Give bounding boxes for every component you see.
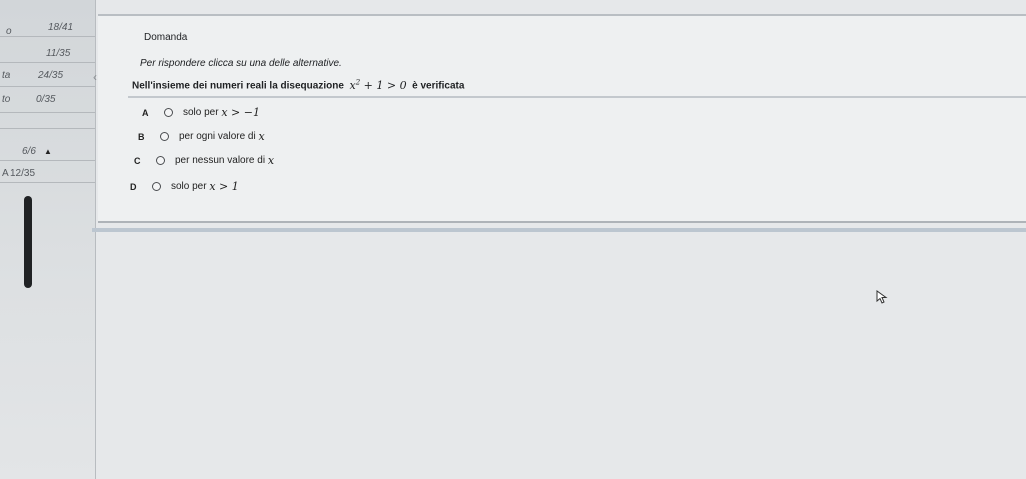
question-panel: Domanda Per rispondere clicca su una del… [92, 14, 1026, 232]
sidebar-item-count: 0/35 [36, 94, 56, 105]
option-letter: A [142, 107, 149, 118]
option-math: x [267, 154, 275, 167]
divider [0, 182, 95, 183]
option-a[interactable]: A solo per x > −1 [142, 106, 260, 119]
sidebar-item-count: 24/35 [38, 70, 64, 81]
question-text-suffix: è verificata [412, 80, 465, 92]
sidebar-item-label: ta [2, 70, 11, 81]
math-rest: + 1 > 0 [363, 78, 407, 92]
option-math: x > −1 [221, 106, 260, 119]
math-exponent: 2 [355, 78, 361, 86]
question-text-prefix: Nell'insieme dei numeri reali la disequa… [132, 80, 344, 92]
option-text: solo per [183, 107, 219, 118]
option-c[interactable]: C per nessun valore di x [134, 154, 274, 167]
option-text: per nessun valore di [175, 155, 266, 166]
sidebar-item-count: 11/35 [46, 48, 71, 59]
option-d[interactable]: D solo per x > 1 [130, 180, 239, 193]
option-math: x > 1 [209, 180, 239, 193]
option-math: x [258, 130, 265, 143]
radio-button[interactable] [164, 108, 173, 117]
option-b[interactable]: B per ogni valore di x [138, 130, 265, 143]
radio-button[interactable] [152, 182, 161, 191]
option-letter: B [138, 131, 145, 142]
question-math: x2 + 1 > 0 [349, 78, 407, 92]
question-sidebar: o 18/41 11/35 ta 24/35 to 0/35 6/6 ▲ A 1… [0, 0, 96, 479]
option-text: solo per [171, 181, 207, 192]
radio-button[interactable] [160, 132, 169, 141]
sidebar-item-label: to [2, 94, 11, 105]
option-letter: D [130, 181, 137, 192]
sidebar-item-label: A [2, 168, 9, 179]
divider [0, 160, 95, 161]
divider [0, 62, 95, 63]
question-instruction: Per rispondere clicca su una delle alter… [140, 58, 342, 69]
divider [128, 96, 1026, 98]
sidebar-item-count: 12/35 [10, 168, 36, 179]
radio-button[interactable] [156, 156, 165, 165]
sidebar-scrollbar[interactable] [24, 196, 32, 288]
divider [0, 36, 95, 37]
divider [0, 86, 95, 87]
option-letter: C [134, 155, 141, 166]
sidebar-item-count: 18/41 [48, 22, 74, 33]
triangle-up-icon[interactable]: ▲ [44, 147, 52, 156]
option-text: per ogni valore di [179, 131, 256, 142]
divider [0, 128, 95, 129]
divider [0, 112, 95, 113]
question-title: Domanda [144, 32, 188, 43]
sidebar-item-count: 6/6 [22, 146, 36, 157]
chevron-left-icon[interactable]: ‹ [93, 70, 97, 84]
question-text: Nell'insieme dei numeri reali la disequa… [132, 78, 464, 92]
mouse-cursor-icon [876, 290, 888, 304]
